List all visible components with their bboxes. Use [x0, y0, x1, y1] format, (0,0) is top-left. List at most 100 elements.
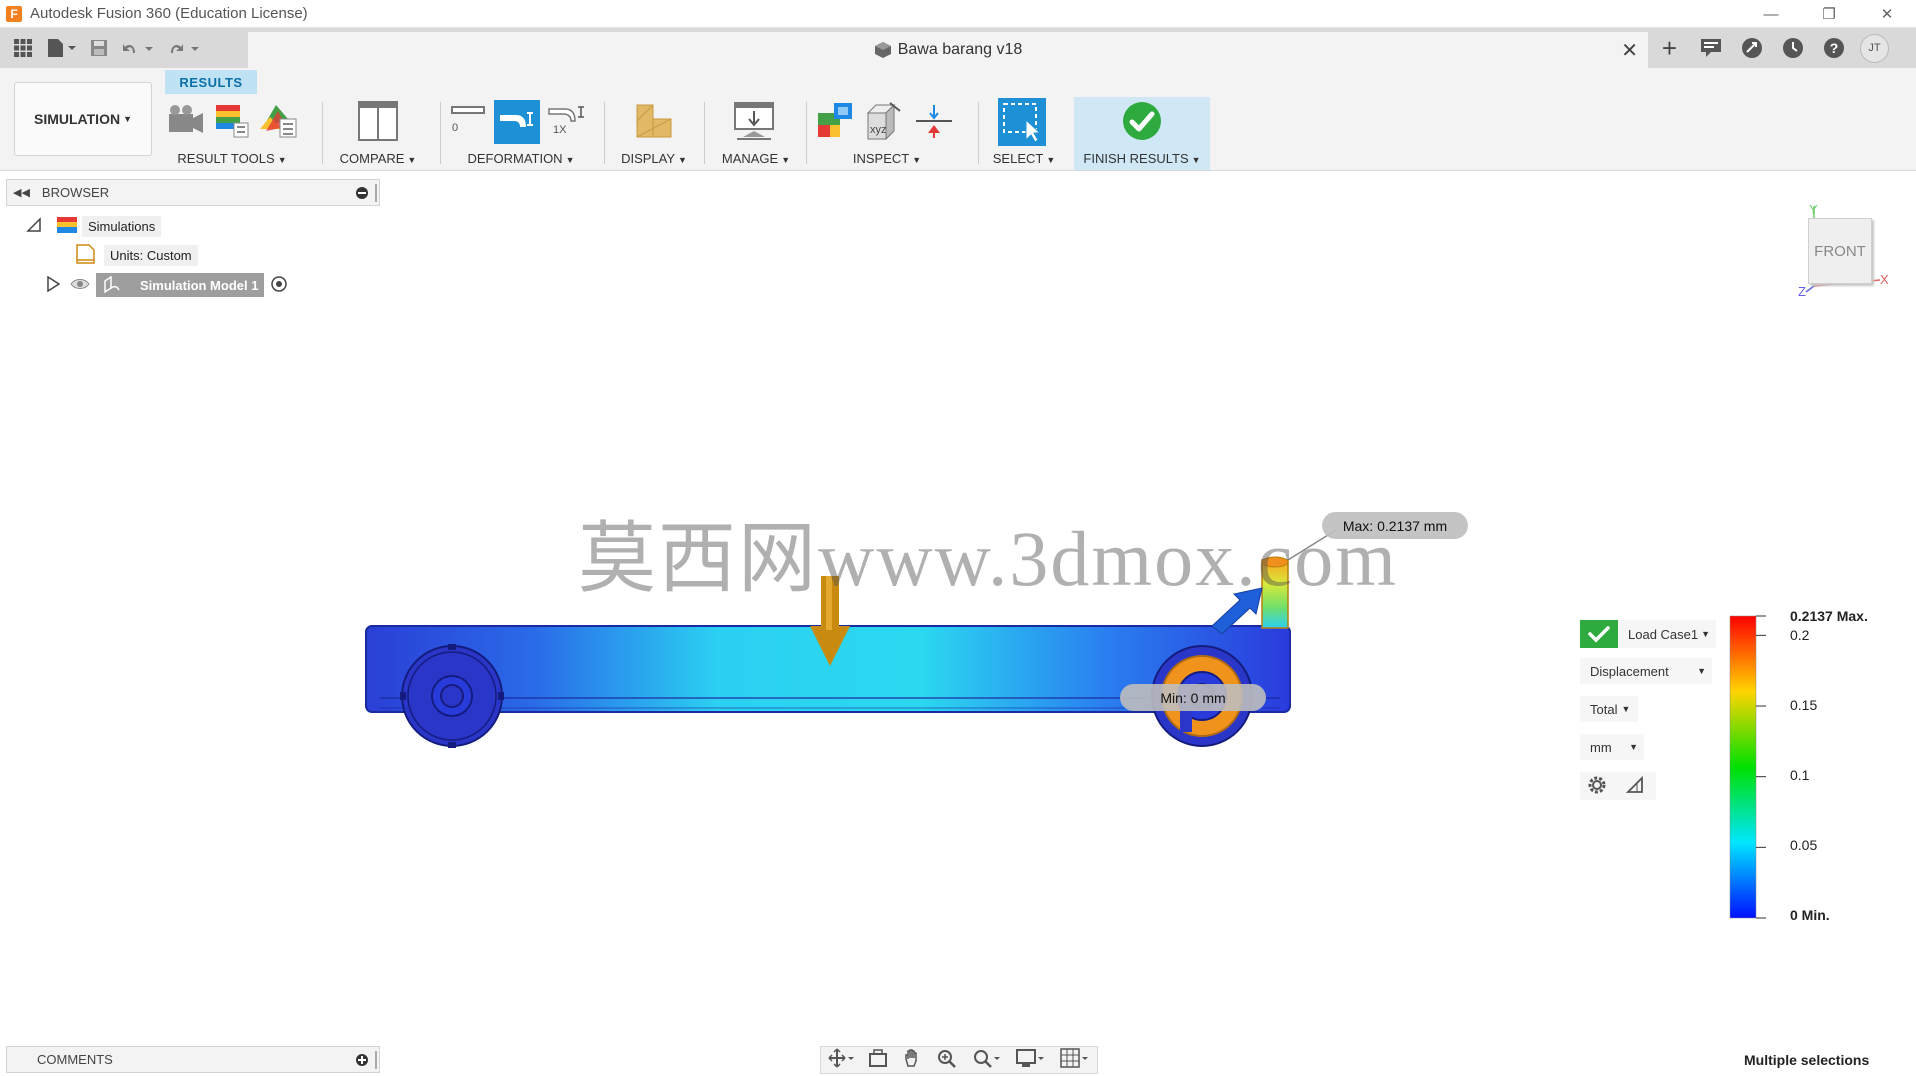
display-settings-icon[interactable]: [1016, 1048, 1046, 1073]
look-at-icon[interactable]: [868, 1048, 888, 1073]
visibility-eye-icon[interactable]: [70, 277, 90, 294]
load-case-check-icon[interactable]: [1580, 620, 1618, 648]
collapse-browser-icon[interactable]: ◀◀: [13, 186, 30, 199]
tree-row-units[interactable]: Units: Custom: [74, 243, 198, 267]
inspect-label[interactable]: INSPECT ▼: [812, 151, 962, 166]
browser-resize-handle[interactable]: [375, 184, 377, 202]
selection-status: Multiple selections: [1744, 1052, 1870, 1068]
animate-camera-icon[interactable]: [164, 100, 208, 142]
pan-hand-icon[interactable]: [902, 1048, 922, 1073]
chevron-down-icon: ▼: [123, 114, 132, 124]
quick-access-bar: Bawa barang v18 ✕ + ? JT: [0, 28, 1916, 68]
legend-tick-label: 0.2: [1790, 627, 1810, 643]
zoom-icon[interactable]: [936, 1048, 958, 1073]
result-tools-label[interactable]: RESULT TOOLS ▼: [162, 151, 302, 166]
adjusted-deformation-icon[interactable]: [494, 100, 540, 144]
user-avatar[interactable]: JT: [1860, 33, 1889, 63]
minimize-button[interactable]: —: [1742, 0, 1800, 28]
display-group: DISPLAY ▼: [610, 98, 698, 170]
report-icon[interactable]: [256, 100, 300, 142]
toolbar-ribbon: SIMULATION ▼ RESULTS RESULT TOOLS ▼ COMPAR…: [0, 68, 1916, 171]
svg-text:?: ?: [1829, 40, 1838, 56]
restore-button[interactable]: ❐: [1800, 0, 1858, 28]
comments-resize-handle[interactable]: [375, 1051, 377, 1069]
browser-panel-header[interactable]: ◀◀ BROWSER: [6, 179, 380, 206]
tree-row-simulations[interactable]: Simulations: [26, 214, 162, 238]
svg-text:xyz: xyz: [870, 124, 887, 136]
component-dropdown[interactable]: Total ▼: [1580, 696, 1638, 722]
browser-options-icon[interactable]: [355, 186, 369, 203]
units-dropdown[interactable]: mm ▼: [1580, 734, 1644, 760]
surface-probes-icon[interactable]: [812, 100, 856, 142]
expand-triangle-icon[interactable]: [46, 275, 61, 295]
job-status-icon[interactable]: [1778, 34, 1807, 63]
load-case-selector[interactable]: Load Case1 ▼: [1580, 620, 1716, 648]
workspace-switcher-button[interactable]: SIMULATION ▼: [14, 82, 152, 156]
data-panel-grid-icon[interactable]: [10, 35, 36, 61]
manage-label[interactable]: MANAGE ▼: [710, 151, 802, 166]
workspace-label: SIMULATION: [34, 111, 121, 127]
tab-results[interactable]: RESULTS: [165, 70, 257, 94]
gear-icon[interactable]: [1586, 774, 1608, 799]
select-window-icon[interactable]: [998, 98, 1046, 146]
chevron-down-icon: ▼: [1629, 742, 1638, 752]
select-label[interactable]: SELECT ▼: [984, 151, 1064, 166]
undeformed-icon[interactable]: 0: [446, 100, 490, 142]
grid-settings-icon[interactable]: [1060, 1047, 1090, 1073]
compare-label[interactable]: COMPARE ▼: [330, 151, 426, 166]
finish-results-check-icon[interactable]: [1120, 100, 1164, 142]
chevron-down-icon: ▼: [1621, 704, 1631, 714]
max-probe-label[interactable]: Max: 0.2137 mm: [1322, 512, 1468, 539]
close-tab-icon[interactable]: ✕: [1621, 38, 1638, 63]
activate-radio-icon[interactable]: [270, 275, 288, 296]
tree-row-simulation-model[interactable]: Simulation Model 1: [46, 273, 288, 297]
display-label[interactable]: DISPLAY ▼: [610, 151, 698, 166]
browser-title: BROWSER: [41, 185, 110, 200]
result-type-dropdown[interactable]: Displacement ▼: [1580, 658, 1712, 684]
file-menu-icon[interactable]: [42, 35, 80, 61]
collapse-triangle-icon[interactable]: [26, 216, 42, 236]
display-mesh-icon[interactable]: [632, 100, 676, 142]
viewcube[interactable]: FRONT: [1808, 218, 1872, 284]
watermark-text: 莫西网www.3dmox.com: [578, 515, 1398, 602]
section-plane-icon[interactable]: [912, 100, 956, 142]
comments-panel-header[interactable]: COMMENTS: [6, 1046, 380, 1073]
actual-deformation-icon[interactable]: 1X: [546, 100, 590, 142]
legend-triangle-icon[interactable]: [1625, 775, 1644, 797]
zoom-window-icon[interactable]: [972, 1048, 1002, 1073]
chevron-down-icon: ▼: [1701, 629, 1711, 639]
ribbon-separator: [440, 102, 441, 164]
save-icon[interactable]: [86, 35, 112, 61]
extensions-icon[interactable]: [1737, 34, 1766, 63]
new-tab-icon[interactable]: +: [1655, 33, 1684, 63]
top-right-toolbar: + ? JT: [1655, 28, 1889, 68]
help-icon[interactable]: ?: [1819, 34, 1848, 63]
3d-viewport[interactable]: Y X Z 莫西网www.3dmox.com Max: 0.2137 mm Mi…: [0, 172, 1916, 1040]
orbit-icon[interactable]: [828, 1047, 854, 1073]
notifications-icon[interactable]: [1696, 34, 1725, 63]
comments-add-icon[interactable]: [355, 1053, 369, 1070]
undo-icon[interactable]: [118, 35, 158, 61]
tree-label-units: Units: Custom: [104, 244, 198, 266]
compare-icon[interactable]: [356, 100, 400, 142]
finish-results-group: FINISH RESULTS ▼: [1074, 98, 1210, 170]
document-title: Bawa barang v18: [897, 41, 1023, 58]
finish-results-label[interactable]: FINISH RESULTS ▼: [1074, 151, 1210, 166]
window-controls: — ❐ ✕: [1742, 0, 1916, 28]
legend-tick-label: 0 Min.: [1790, 907, 1830, 923]
legend-tick-label: 0.1: [1790, 767, 1810, 783]
point-probe-xyz-icon[interactable]: xyz: [862, 100, 906, 142]
plot-options-icon[interactable]: [210, 100, 254, 142]
deformation-label[interactable]: DEFORMATION ▼: [446, 151, 596, 166]
manage-settings-icon[interactable]: [732, 100, 776, 142]
window-title: Autodesk Fusion 360 (Education License): [30, 5, 308, 22]
inspect-group: xyz INSPECT ▼: [812, 98, 962, 170]
redo-icon[interactable]: [164, 35, 204, 61]
close-window-button[interactable]: ✕: [1858, 0, 1916, 28]
svg-text:0: 0: [452, 122, 458, 134]
tree-label-simulations: Simulations: [82, 215, 162, 237]
svg-text:X: X: [1880, 272, 1889, 287]
document-tab[interactable]: Bawa barang v18 ✕: [248, 32, 1648, 68]
ribbon-separator: [704, 102, 705, 164]
min-probe-label[interactable]: Min: 0 mm: [1120, 684, 1266, 711]
